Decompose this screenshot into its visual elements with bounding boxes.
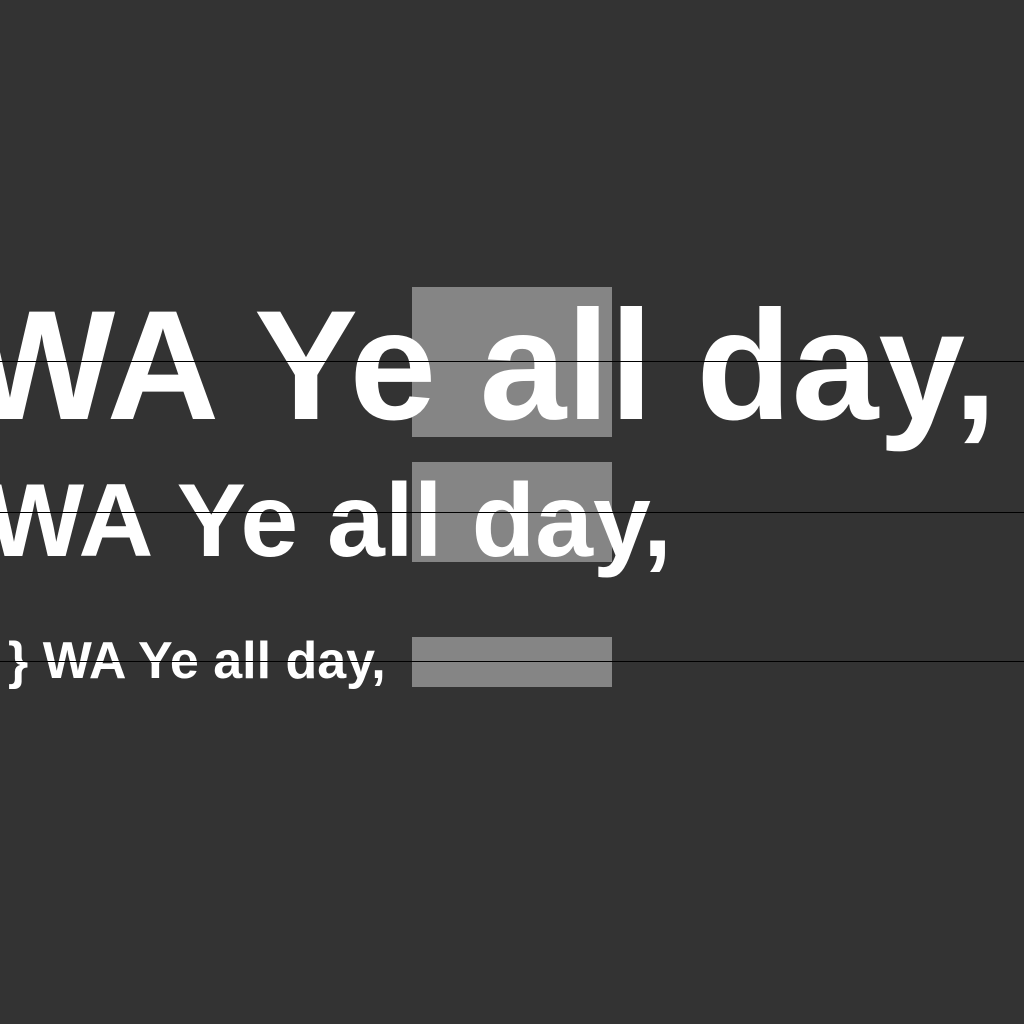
sample-text-large: WA Ye all day, — [0, 279, 997, 453]
baseline-large — [0, 361, 1024, 362]
canvas: WA Ye all day, WA Ye all day, } WA Ye al… — [0, 0, 1024, 1024]
baseline-medium — [0, 512, 1024, 513]
baseline-small — [0, 661, 1024, 662]
sample-text-medium: WA Ye all day, — [0, 463, 672, 579]
highlight-box-small — [412, 637, 612, 687]
